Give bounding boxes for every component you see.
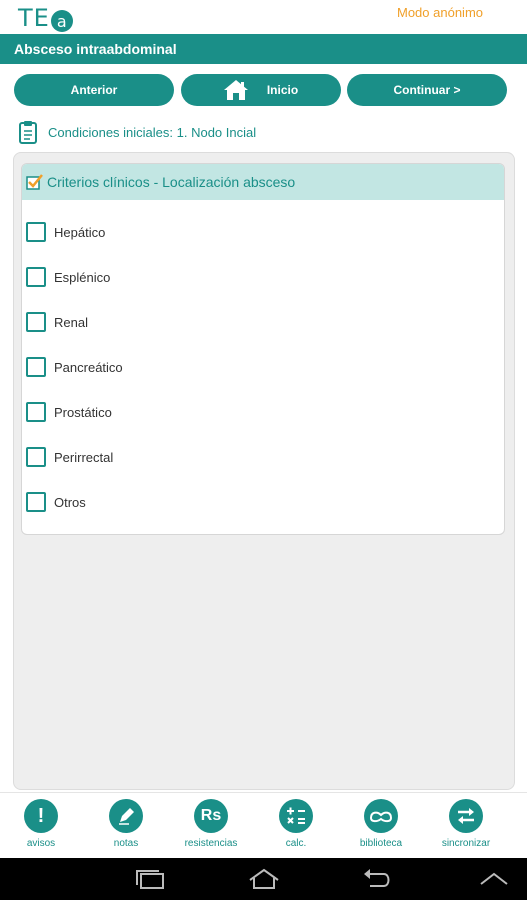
alert-icon: !: [24, 799, 58, 833]
logo-text: TE: [18, 4, 50, 32]
breadcrumb-text[interactable]: Condiciones iniciales: 1. Nodo Incial: [48, 125, 256, 140]
option-label: Esplénico: [54, 269, 111, 285]
toolbar-label: sincronizar: [441, 838, 491, 849]
rs-glyph: Rs: [200, 807, 222, 824]
home-icon: [223, 79, 249, 101]
toolbar-notas[interactable]: notas: [86, 799, 166, 849]
checkbox[interactable]: [26, 492, 46, 512]
rs-icon: Rs: [194, 799, 228, 833]
checked-icon: [26, 173, 44, 191]
alert-glyph: !: [37, 804, 45, 827]
home-button-label: Inicio: [266, 83, 299, 97]
toolbar-label: notas: [113, 838, 139, 849]
option-prostatico[interactable]: Prostático: [26, 401, 112, 423]
calculator-icon: [279, 799, 313, 833]
pencil-icon: [109, 799, 143, 833]
toolbar-biblioteca[interactable]: biblioteca: [341, 799, 421, 849]
option-hepatico[interactable]: Hepático: [26, 221, 105, 243]
app-logo: TE a: [18, 4, 73, 32]
option-label: Pancreático: [54, 359, 123, 375]
option-renal[interactable]: Renal: [26, 311, 88, 333]
clipboard-icon: [18, 120, 38, 144]
option-label: Hepático: [54, 224, 106, 240]
anonymous-mode-label[interactable]: Modo anónimo: [397, 5, 483, 20]
bottom-toolbar: ! avisos notas Rs resistencias calc. bib…: [0, 792, 527, 858]
breadcrumb: Condiciones iniciales: 1. Nodo Incial: [18, 120, 256, 144]
toolbar-label: biblioteca: [359, 838, 403, 849]
back-icon[interactable]: [362, 868, 394, 890]
option-label: Perirrectal: [54, 449, 114, 465]
option-perirrectal[interactable]: Perirrectal: [26, 446, 113, 468]
checkbox[interactable]: [26, 312, 46, 332]
option-label: Renal: [54, 314, 88, 330]
checkbox[interactable]: [26, 357, 46, 377]
toolbar-resistencias[interactable]: Rs resistencias: [171, 799, 251, 849]
toolbar-label: resistencias: [184, 838, 238, 849]
home-nav-icon[interactable]: [247, 868, 281, 890]
recent-apps-icon[interactable]: [135, 870, 165, 890]
chevron-up-icon[interactable]: [479, 872, 509, 886]
option-pancreatico[interactable]: Pancreático: [26, 356, 123, 378]
criteria-card: Criterios clínicos - Localización absces…: [21, 163, 505, 535]
option-label: Otros: [54, 494, 86, 510]
checkbox[interactable]: [26, 222, 46, 242]
previous-button[interactable]: Anterior: [14, 74, 174, 106]
sync-icon: [449, 799, 483, 833]
toolbar-label: avisos: [26, 838, 56, 849]
toolbar-calc[interactable]: calc.: [256, 799, 336, 849]
continue-button[interactable]: Continuar >: [347, 74, 507, 106]
toolbar-label: calc.: [285, 838, 307, 849]
continue-button-label: Continuar >: [393, 83, 461, 97]
option-label: Prostático: [54, 404, 112, 420]
option-esplenico[interactable]: Esplénico: [26, 266, 110, 288]
home-button[interactable]: Inicio: [180, 74, 341, 106]
toolbar-sincronizar[interactable]: sincronizar: [426, 799, 506, 849]
checkbox[interactable]: [26, 447, 46, 467]
library-icon: [364, 799, 398, 833]
top-bar: TE a Modo anónimo: [0, 0, 527, 34]
toolbar-avisos[interactable]: ! avisos: [1, 799, 81, 849]
previous-button-label: Anterior: [70, 83, 118, 97]
page-title: Absceso intraabdominal: [0, 34, 527, 64]
criteria-title: Criterios clínicos - Localización absces…: [47, 174, 296, 190]
criteria-header: Criterios clínicos - Localización absces…: [22, 164, 504, 200]
checkbox[interactable]: [26, 402, 46, 422]
option-otros[interactable]: Otros: [26, 491, 86, 513]
checkbox[interactable]: [26, 267, 46, 287]
logo-letter: a: [50, 10, 73, 32]
nav-row: Anterior Inicio Continuar >: [14, 74, 507, 106]
content-panel: Criterios clínicos - Localización absces…: [13, 152, 515, 790]
system-nav-bar: [0, 858, 527, 900]
